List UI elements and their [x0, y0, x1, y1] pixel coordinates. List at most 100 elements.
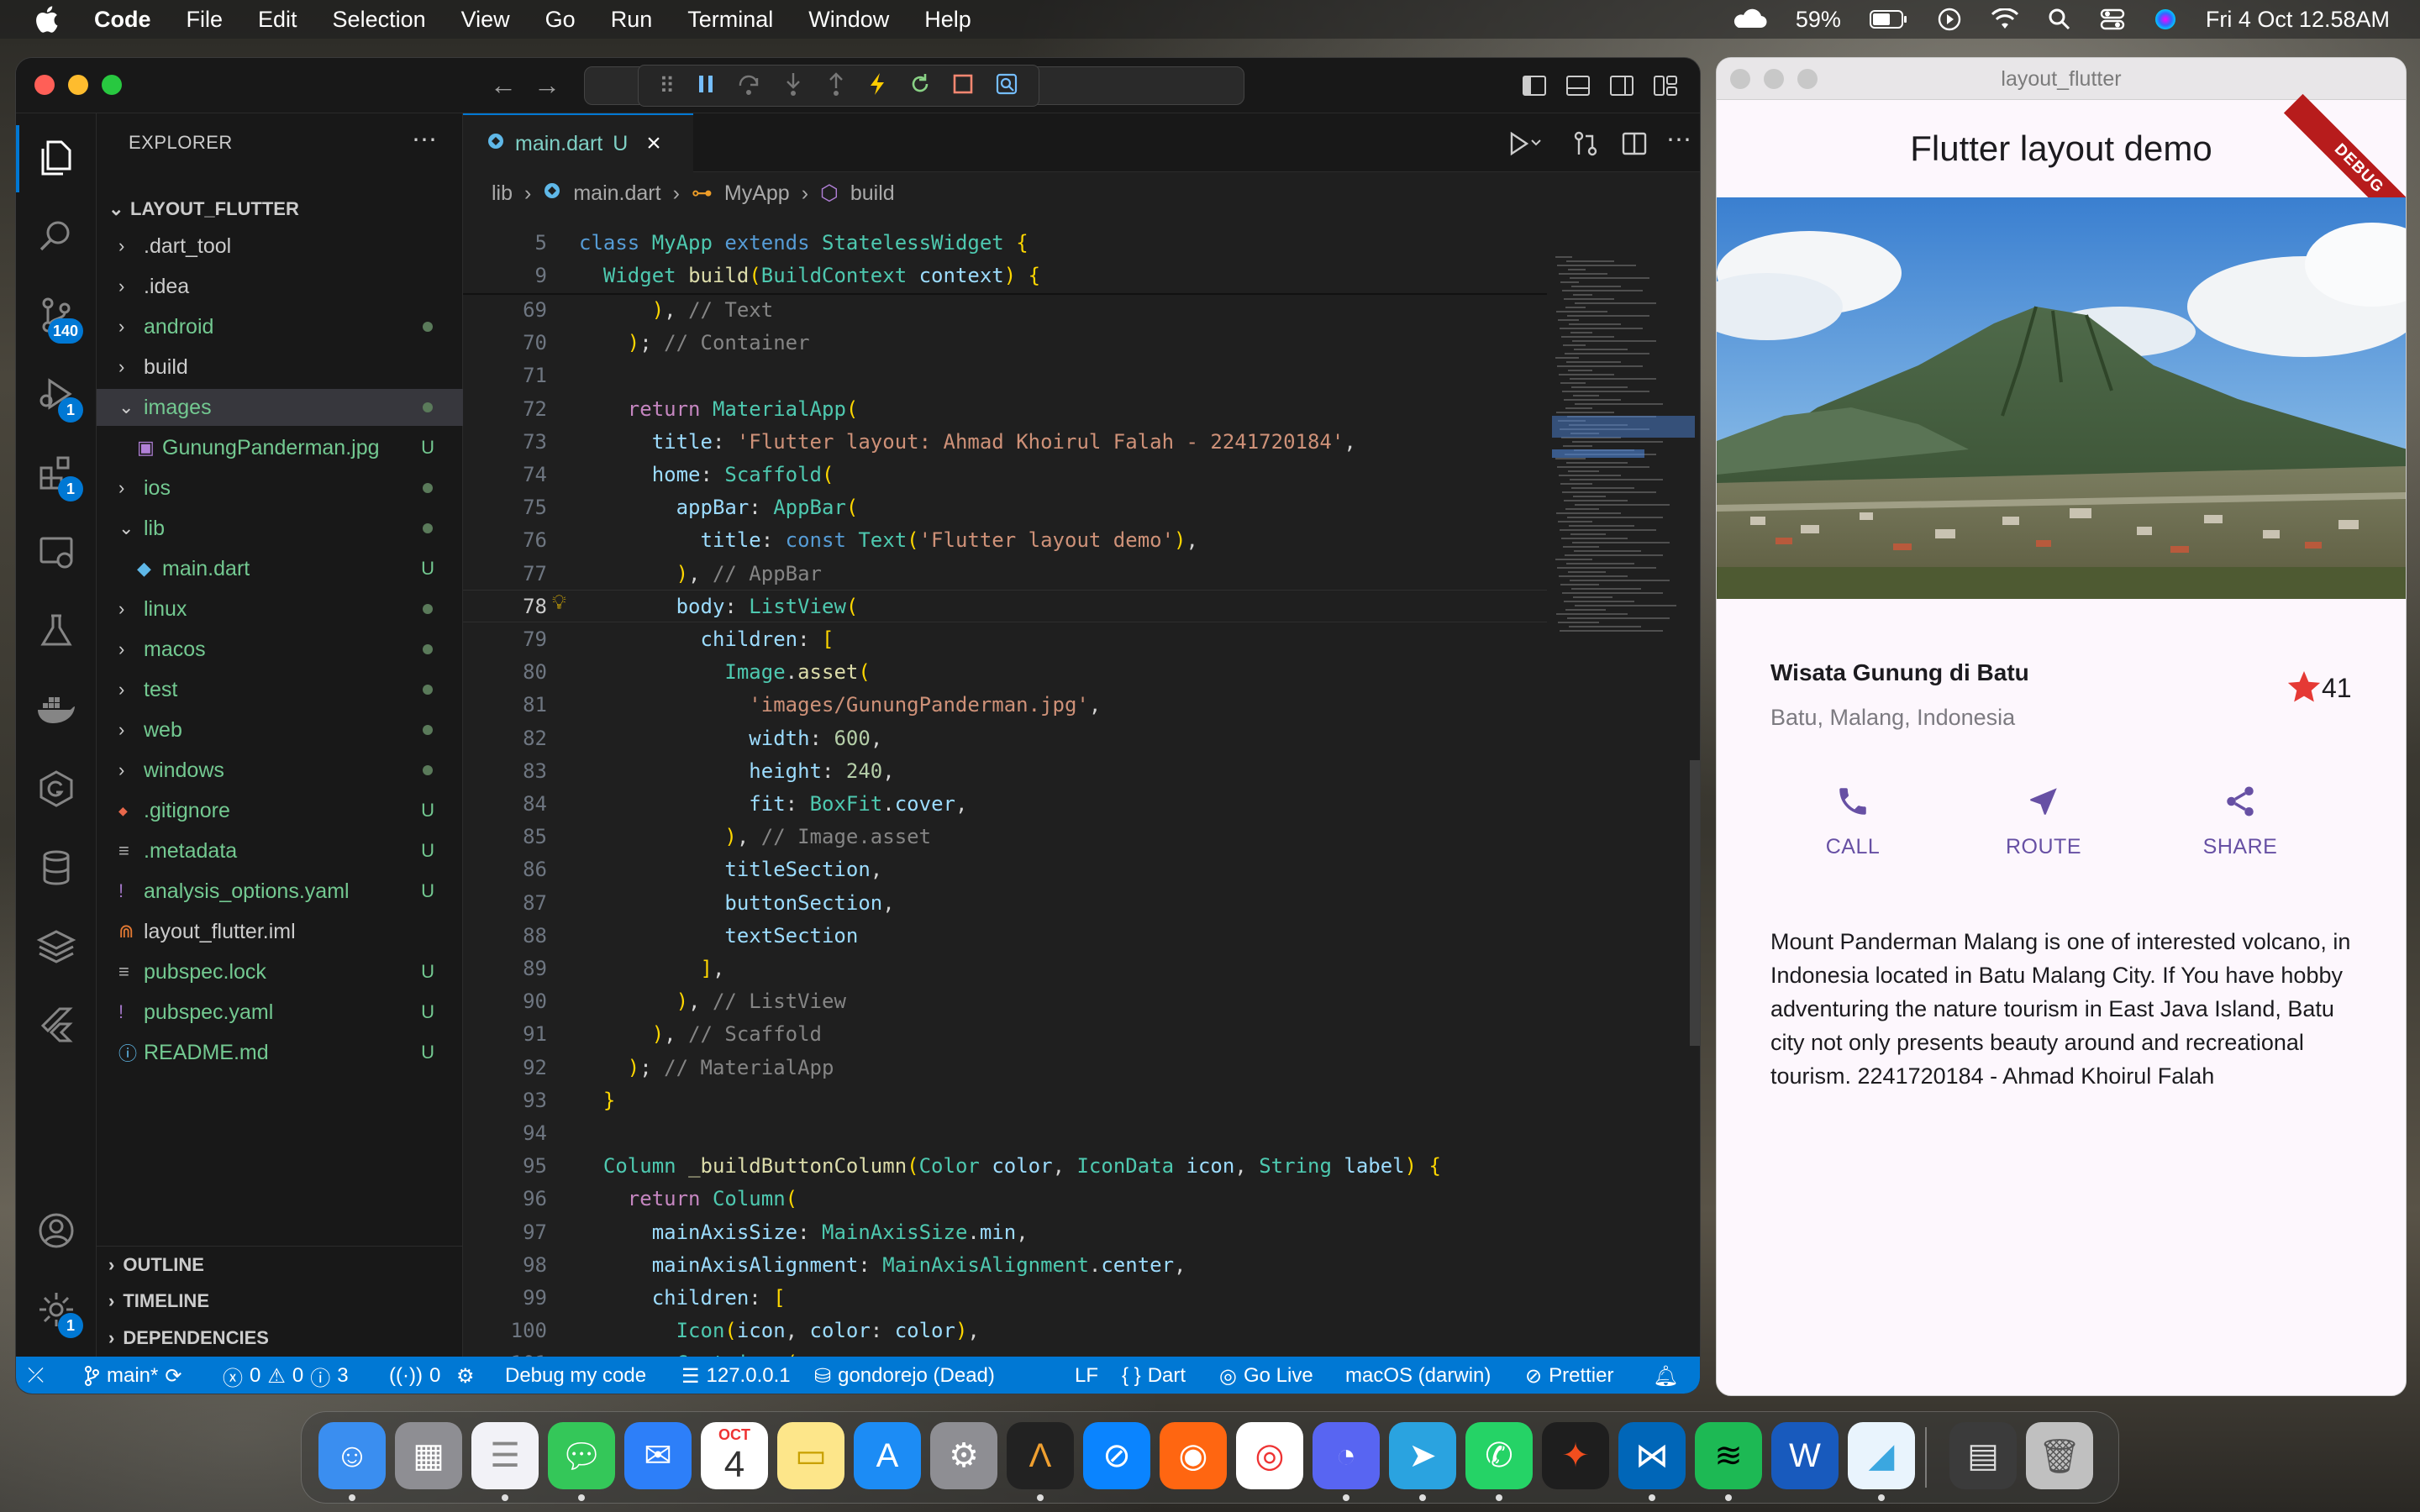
tree-item[interactable]: › ios — [97, 470, 463, 507]
dock-app-notes[interactable]: ▭ — [777, 1422, 844, 1489]
tree-item[interactable]: › .dart_tool — [97, 228, 463, 265]
dock-app-telegram[interactable]: ➤ — [1389, 1422, 1456, 1489]
breadcrumb-file[interactable]: main.dart — [573, 181, 660, 206]
dock-app-safari[interactable]: ⊘ — [1083, 1422, 1150, 1489]
debug-config[interactable]: Debug my code — [505, 1364, 646, 1388]
menu-help[interactable]: Help — [924, 7, 971, 33]
tree-item[interactable]: ◆ .gitignore U — [97, 792, 463, 829]
battery-icon[interactable] — [1869, 9, 1908, 29]
breadcrumb-lib[interactable]: lib — [492, 181, 513, 206]
lightbulb-icon[interactable]: 💡︎ — [552, 591, 566, 615]
tree-item[interactable]: ! analysis_options.yaml U — [97, 873, 463, 910]
route-button[interactable]: ROUTE — [1997, 784, 2090, 859]
menu-clock[interactable]: Fri 4 Oct 12.58AM — [2206, 7, 2390, 33]
now-playing-icon[interactable] — [1937, 7, 1962, 32]
remote-explorer-icon[interactable] — [33, 528, 80, 575]
menu-app-name[interactable]: Code — [94, 7, 151, 33]
dock-app-word[interactable]: W — [1771, 1422, 1839, 1489]
timeline-section[interactable]: › TIMELINE — [97, 1283, 463, 1320]
account-icon[interactable] — [33, 1207, 80, 1254]
tree-item[interactable]: › macos — [97, 631, 463, 668]
inspect-widget-icon[interactable] — [995, 72, 1018, 100]
device-indicator[interactable]: macOS (darwin) — [1345, 1364, 1491, 1388]
minimap[interactable] — [1552, 256, 1695, 1348]
tree-item[interactable]: ⓘ README.md U — [97, 1034, 463, 1071]
tree-item[interactable]: ! pubspec.yaml U — [97, 994, 463, 1031]
search-icon[interactable] — [33, 213, 80, 260]
forward-arrow-icon[interactable]: → — [534, 70, 560, 101]
workspace-root[interactable]: ⌄ LAYOUT_FLUTTER — [97, 191, 463, 228]
code-editor[interactable]: 5 class MyApp extends StatelessWidget {9 … — [463, 228, 1547, 1357]
split-editor-icon[interactable] — [1621, 130, 1648, 161]
debug-indicator[interactable]: ⚙ — [456, 1364, 475, 1389]
database-icon[interactable] — [33, 844, 80, 891]
back-arrow-icon[interactable]: ← — [490, 70, 517, 101]
extensions-icon[interactable]: 1 — [33, 449, 83, 501]
toggle-panel-icon[interactable] — [1564, 71, 1592, 100]
minimize-window-button[interactable] — [68, 75, 88, 95]
menu-edit[interactable]: Edit — [258, 7, 297, 33]
dock-app-spotify[interactable]: ≋ — [1695, 1422, 1762, 1489]
database-status[interactable]: ⛁ gondorejo (Dead) — [814, 1364, 995, 1389]
docker-icon[interactable] — [33, 686, 80, 733]
menu-file[interactable]: File — [187, 7, 224, 33]
editor-more-icon[interactable]: ⋯ — [1666, 125, 1691, 155]
tree-item[interactable]: › linux — [97, 591, 463, 627]
dock-app-system-settings[interactable]: ⚙ — [930, 1422, 997, 1489]
tree-item[interactable]: ⌄ images — [97, 389, 463, 426]
editor-scrollbar[interactable] — [1690, 760, 1700, 1046]
customize-layout-icon[interactable] — [1651, 71, 1680, 100]
dock-app-flutter[interactable]: ◢ — [1848, 1422, 1915, 1489]
dock-app-whatsapp[interactable]: ✆ — [1465, 1422, 1533, 1489]
dock-app-mail[interactable]: ✉ — [624, 1422, 692, 1489]
source-control-icon[interactable]: 140 — [33, 291, 83, 344]
restart-icon[interactable] — [908, 72, 932, 100]
dock-app-preview[interactable]: ▤ — [1949, 1422, 2017, 1489]
dock-app-firefox[interactable]: ◉ — [1160, 1422, 1227, 1489]
notifications-bell-icon[interactable]: 🔔︎ — [1653, 1364, 1678, 1389]
dock-app-messages[interactable]: 💬︎ — [548, 1422, 615, 1489]
spotlight-search-icon[interactable] — [2048, 8, 2071, 31]
menu-selection[interactable]: Selection — [333, 7, 426, 33]
siri-icon[interactable] — [2154, 8, 2177, 31]
stop-icon[interactable] — [952, 73, 974, 99]
eol-indicator[interactable]: LF — [1075, 1364, 1098, 1388]
server-host[interactable]: ☰ 127.0.0.1 — [681, 1364, 791, 1389]
flutter-icon[interactable] — [33, 1002, 80, 1049]
layers-icon[interactable] — [33, 923, 80, 970]
settings-gear-icon[interactable]: 1 — [33, 1286, 83, 1338]
outline-section[interactable]: › OUTLINE — [97, 1246, 463, 1283]
tree-item[interactable]: › build — [97, 349, 463, 386]
close-window-button[interactable] — [1730, 69, 1750, 89]
pause-icon[interactable] — [696, 73, 716, 99]
share-button[interactable]: SHARE — [2194, 784, 2286, 859]
dock-app-finder[interactable]: ☺ — [318, 1422, 386, 1489]
breadcrumb-method[interactable]: build — [850, 181, 895, 206]
dock-app-app-store[interactable]: A — [854, 1422, 921, 1489]
tree-item[interactable]: › .idea — [97, 268, 463, 305]
tree-item[interactable]: › web — [97, 711, 463, 748]
run-debug-icon[interactable]: 1 — [33, 370, 83, 423]
minimize-window-button[interactable] — [1764, 69, 1784, 89]
drag-handle-icon[interactable]: ⠿ — [659, 73, 675, 99]
apple-icon[interactable] — [34, 5, 62, 34]
dock-app-discord[interactable]: ◔ — [1313, 1422, 1380, 1489]
dock-app-trash[interactable]: 🗑︎ — [2026, 1422, 2093, 1489]
zoom-window-button[interactable] — [102, 75, 122, 95]
tree-item[interactable]: ▣ GunungPanderman.jpg U — [97, 429, 463, 466]
tree-item[interactable]: › test — [97, 671, 463, 708]
branch-indicator[interactable]: main* ⟳ — [83, 1364, 182, 1389]
language-indicator[interactable]: { } Dart — [1122, 1364, 1186, 1388]
menu-go[interactable]: Go — [545, 7, 576, 33]
remote-indicator-icon[interactable]: ⤫ — [28, 1364, 44, 1388]
call-button[interactable]: CALL — [1811, 784, 1895, 859]
dock-app-launchpad[interactable]: ▦ — [395, 1422, 462, 1489]
zoom-window-button[interactable] — [1797, 69, 1818, 89]
wifi-icon[interactable] — [1991, 8, 2019, 30]
dependencies-section[interactable]: › DEPENDENCIES — [97, 1320, 463, 1357]
dock-app-figma[interactable]: ✦ — [1542, 1422, 1609, 1489]
gitlens-icon[interactable] — [33, 765, 80, 812]
tree-item[interactable]: ◆ main.dart U — [97, 550, 463, 587]
tree-item[interactable]: ⌄ lib — [97, 510, 463, 547]
dock-app-reminders[interactable]: ☰ — [471, 1422, 539, 1489]
